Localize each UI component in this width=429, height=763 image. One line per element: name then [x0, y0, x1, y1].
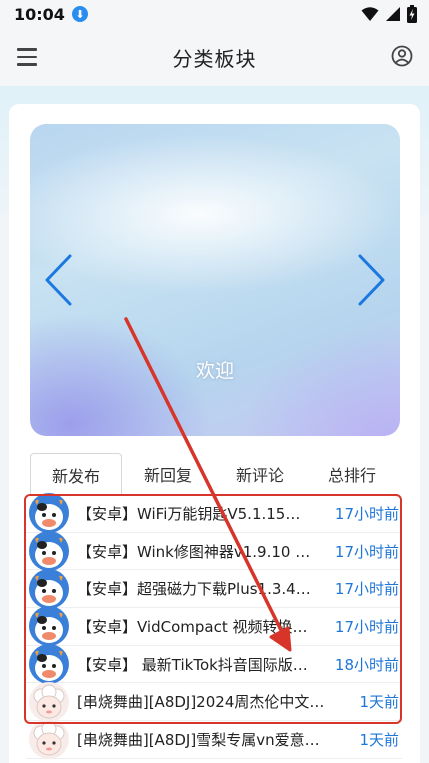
post-time: 1天前 — [359, 730, 399, 749]
list-item[interactable]: 【安卓】 最新TikTok抖音国际版… 18小时前 — [26, 644, 402, 685]
cow-avatar — [29, 568, 69, 609]
account-icon[interactable] — [391, 45, 413, 67]
download-icon: ⬇ — [71, 6, 88, 22]
status-time: 10:04 — [14, 4, 65, 24]
post-time: 17小时前 — [334, 504, 399, 523]
post-time: 17小时前 — [334, 542, 399, 561]
cow-avatar — [29, 606, 69, 647]
status-bar: 10:04 ⬇ — [0, 0, 429, 28]
list-item[interactable]: 【安卓】VidCompact 视频转换… 17小时前 — [26, 606, 402, 647]
tab-ranking[interactable]: 总排行 — [306, 453, 398, 495]
post-time: 17小时前 — [334, 617, 399, 636]
tab-new-posts[interactable]: 新发布 — [30, 453, 122, 495]
banner-caption: 欢迎 — [195, 360, 234, 382]
app-bar: 分类板块 — [0, 28, 429, 86]
chevron-left-icon[interactable] — [42, 252, 74, 308]
list-item[interactable]: 【安卓】Wink修图神器v1.9.10 … 17小时前 — [26, 531, 402, 572]
tab-new-replies[interactable]: 新回复 — [122, 453, 214, 495]
list-item[interactable]: 【安卓】WiFi万能钥匙V5.1.15… 17小时前 — [26, 493, 402, 534]
cow-avatar — [29, 493, 69, 534]
sheep-avatar — [29, 681, 69, 722]
list-item[interactable]: 【安卓】超强磁力下载Plus1.3.4… 17小时前 — [26, 568, 402, 609]
cow-avatar — [29, 644, 69, 685]
post-title: 【安卓】 最新TikTok抖音国际版… — [77, 655, 308, 674]
post-title: 【安卓】VidCompact 视频转换… — [77, 617, 308, 636]
battery-icon — [407, 5, 417, 23]
page-title: 分类板块 — [172, 46, 257, 71]
post-time: 17小时前 — [334, 580, 399, 599]
signal-icon — [386, 7, 400, 21]
post-time: 1天前 — [359, 693, 399, 712]
status-icons — [361, 5, 417, 23]
chevron-right-icon[interactable] — [356, 252, 388, 308]
post-title: 【安卓】超强磁力下载Plus1.3.4… — [77, 580, 311, 599]
post-title: 【安卓】Wink修图神器v1.9.10 … — [77, 542, 311, 561]
post-title: [串烧舞曲][A8DJ]2024周杰伦中文… — [77, 693, 325, 712]
list-item[interactable]: [串烧舞曲][A8DJ]2024周杰伦中文… 1天前 — [26, 681, 402, 722]
tab-new-comments[interactable]: 新评论 — [214, 453, 306, 495]
tab-bar: 新发布 新回复 新评论 总排行 — [30, 453, 410, 495]
banner-carousel[interactable]: 欢迎 — [30, 124, 400, 436]
menu-icon[interactable] — [17, 48, 37, 66]
post-title: 【安卓】WiFi万能钥匙V5.1.15… — [77, 504, 301, 523]
post-time: 18小时前 — [334, 655, 399, 674]
sheep-avatar — [29, 719, 69, 760]
cow-avatar — [29, 531, 69, 572]
list-item[interactable]: [串烧舞曲][A8DJ]雪梨专属vn爱意… 1天前 — [26, 719, 402, 760]
post-list: 【安卓】WiFi万能钥匙V5.1.15… 17小时前 【安卓】Wink修图神器v… — [26, 493, 402, 760]
post-title: [串烧舞曲][A8DJ]雪梨专属vn爱意… — [77, 730, 320, 749]
wifi-icon — [361, 7, 379, 21]
